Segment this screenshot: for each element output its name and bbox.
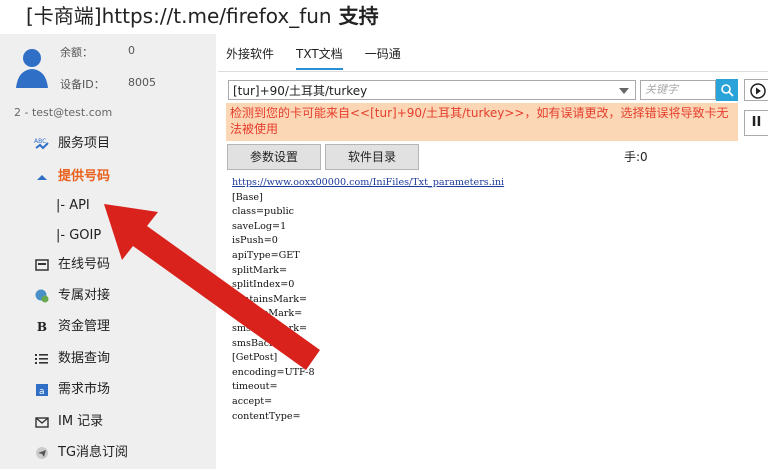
- nav-online-numbers[interactable]: 在线号码: [34, 253, 110, 277]
- sidebar: 余额： 0 设备ID： 8005 2 - test@test.com ABC 服…: [0, 34, 216, 469]
- nav-label: 在线号码: [58, 257, 111, 272]
- nav-provide-numbers[interactable]: 提供号码: [34, 165, 110, 189]
- nav-label: 专属对接: [58, 288, 111, 303]
- content-line: isPush=0: [232, 235, 278, 247]
- tab-divider: [218, 71, 768, 72]
- content-line: [GetPost]: [232, 352, 278, 364]
- play-icon: [750, 83, 766, 99]
- card-icon: [34, 257, 50, 273]
- device-label: 设备ID：: [60, 78, 105, 91]
- nav-label: 资金管理: [58, 319, 111, 334]
- nav-sub-api[interactable]: |- API: [56, 196, 90, 216]
- title-url[interactable]: https://t.me/firefox_fun: [102, 4, 332, 28]
- country-warning: 检测到您的卡可能来自<<[tur]+90/土耳其/turkey>>，如有误请更改…: [226, 103, 738, 141]
- tab-one-code[interactable]: 一码通: [365, 40, 401, 70]
- search-icon: [721, 84, 734, 97]
- hand-count: 手:0: [624, 150, 648, 164]
- keyword-input[interactable]: 关键字: [640, 80, 716, 100]
- market-icon: a: [34, 382, 50, 398]
- mail-icon: [34, 414, 50, 430]
- country-select-value: [tur]+90/土耳其/turkey: [233, 84, 368, 98]
- pause-button[interactable]: II: [744, 110, 768, 136]
- content-line: smsBackMark=: [232, 337, 309, 349]
- software-dir-button[interactable]: 软件目录: [325, 144, 419, 170]
- content-line: class=public: [232, 206, 295, 218]
- ini-link[interactable]: https://www.ooxx00000.com/IniFiles/Txt_p…: [232, 176, 504, 191]
- tab-bar: 外接软件 TXT文档 一码通: [226, 40, 423, 70]
- nav-tg-subscribe[interactable]: TG消息订阅: [34, 441, 128, 465]
- search-button[interactable]: [716, 79, 738, 101]
- globe-user-icon: [34, 288, 50, 304]
- content-line: splitMark=: [232, 264, 288, 276]
- telegram-icon: [34, 445, 50, 461]
- content-line: smsForeMark=: [232, 322, 308, 334]
- content-line: replaceMark=: [232, 308, 303, 320]
- nav-label: 服务项目: [58, 136, 111, 151]
- tab-txt-document[interactable]: TXT文档: [296, 40, 343, 70]
- nav-services[interactable]: ABC 服务项目: [34, 132, 110, 156]
- content-line: [Base]: [232, 191, 263, 203]
- title-suffix: 支持: [331, 4, 379, 28]
- title-prefix: [卡商端]: [26, 4, 102, 28]
- bold-b-icon: B: [36, 320, 48, 334]
- nav-im-records[interactable]: IM 记录: [34, 410, 103, 434]
- content-line: contentType=: [232, 410, 301, 422]
- tab-external-software[interactable]: 外接软件: [226, 40, 274, 70]
- nav-sub-goip[interactable]: |- GOIP: [56, 226, 101, 246]
- list-icon: [34, 351, 50, 367]
- caret-up-icon: [34, 169, 50, 185]
- abc-icon: ABC: [34, 136, 50, 152]
- content-line: splitIndex=0: [232, 279, 295, 291]
- balance-value: 0: [128, 44, 135, 57]
- window-title: [卡商端]https://t.me/firefox_fun 支持: [0, 0, 768, 34]
- nav-label: 提供号码: [58, 169, 111, 184]
- params-settings-button[interactable]: 参数设置: [227, 144, 321, 170]
- content-line: accept=: [232, 395, 273, 407]
- nav-funds[interactable]: B 资金管理: [34, 315, 110, 339]
- txt-content: https://www.ooxx00000.com/IniFiles/Txt_p…: [232, 176, 504, 424]
- content-line: timeout=: [232, 381, 278, 393]
- account-label: 2 - test@test.com: [14, 106, 113, 119]
- nav-data-query[interactable]: 数据查询: [34, 347, 110, 371]
- svg-text:a: a: [39, 387, 45, 397]
- content-line: saveLog=1: [232, 220, 287, 232]
- nav-exclusive[interactable]: 专属对接: [34, 284, 110, 308]
- chevron-down-icon[interactable]: [619, 88, 629, 94]
- content-line: encoding=UTF-8: [232, 366, 315, 378]
- play-button[interactable]: [744, 79, 768, 101]
- content-line: apiType=GET: [232, 249, 300, 261]
- nav-label: 数据查询: [58, 351, 111, 366]
- device-value: 8005: [128, 76, 156, 89]
- nav-label: IM 记录: [58, 414, 104, 429]
- balance-label: 余额：: [60, 46, 93, 59]
- nav-demand-market[interactable]: a 需求市场: [34, 378, 110, 402]
- country-select[interactable]: [tur]+90/土耳其/turkey: [228, 80, 636, 100]
- avatar: [16, 49, 48, 88]
- nav-label: TG消息订阅: [58, 445, 129, 460]
- nav-label: 需求市场: [58, 382, 111, 397]
- content-line: containsMark=: [232, 293, 308, 305]
